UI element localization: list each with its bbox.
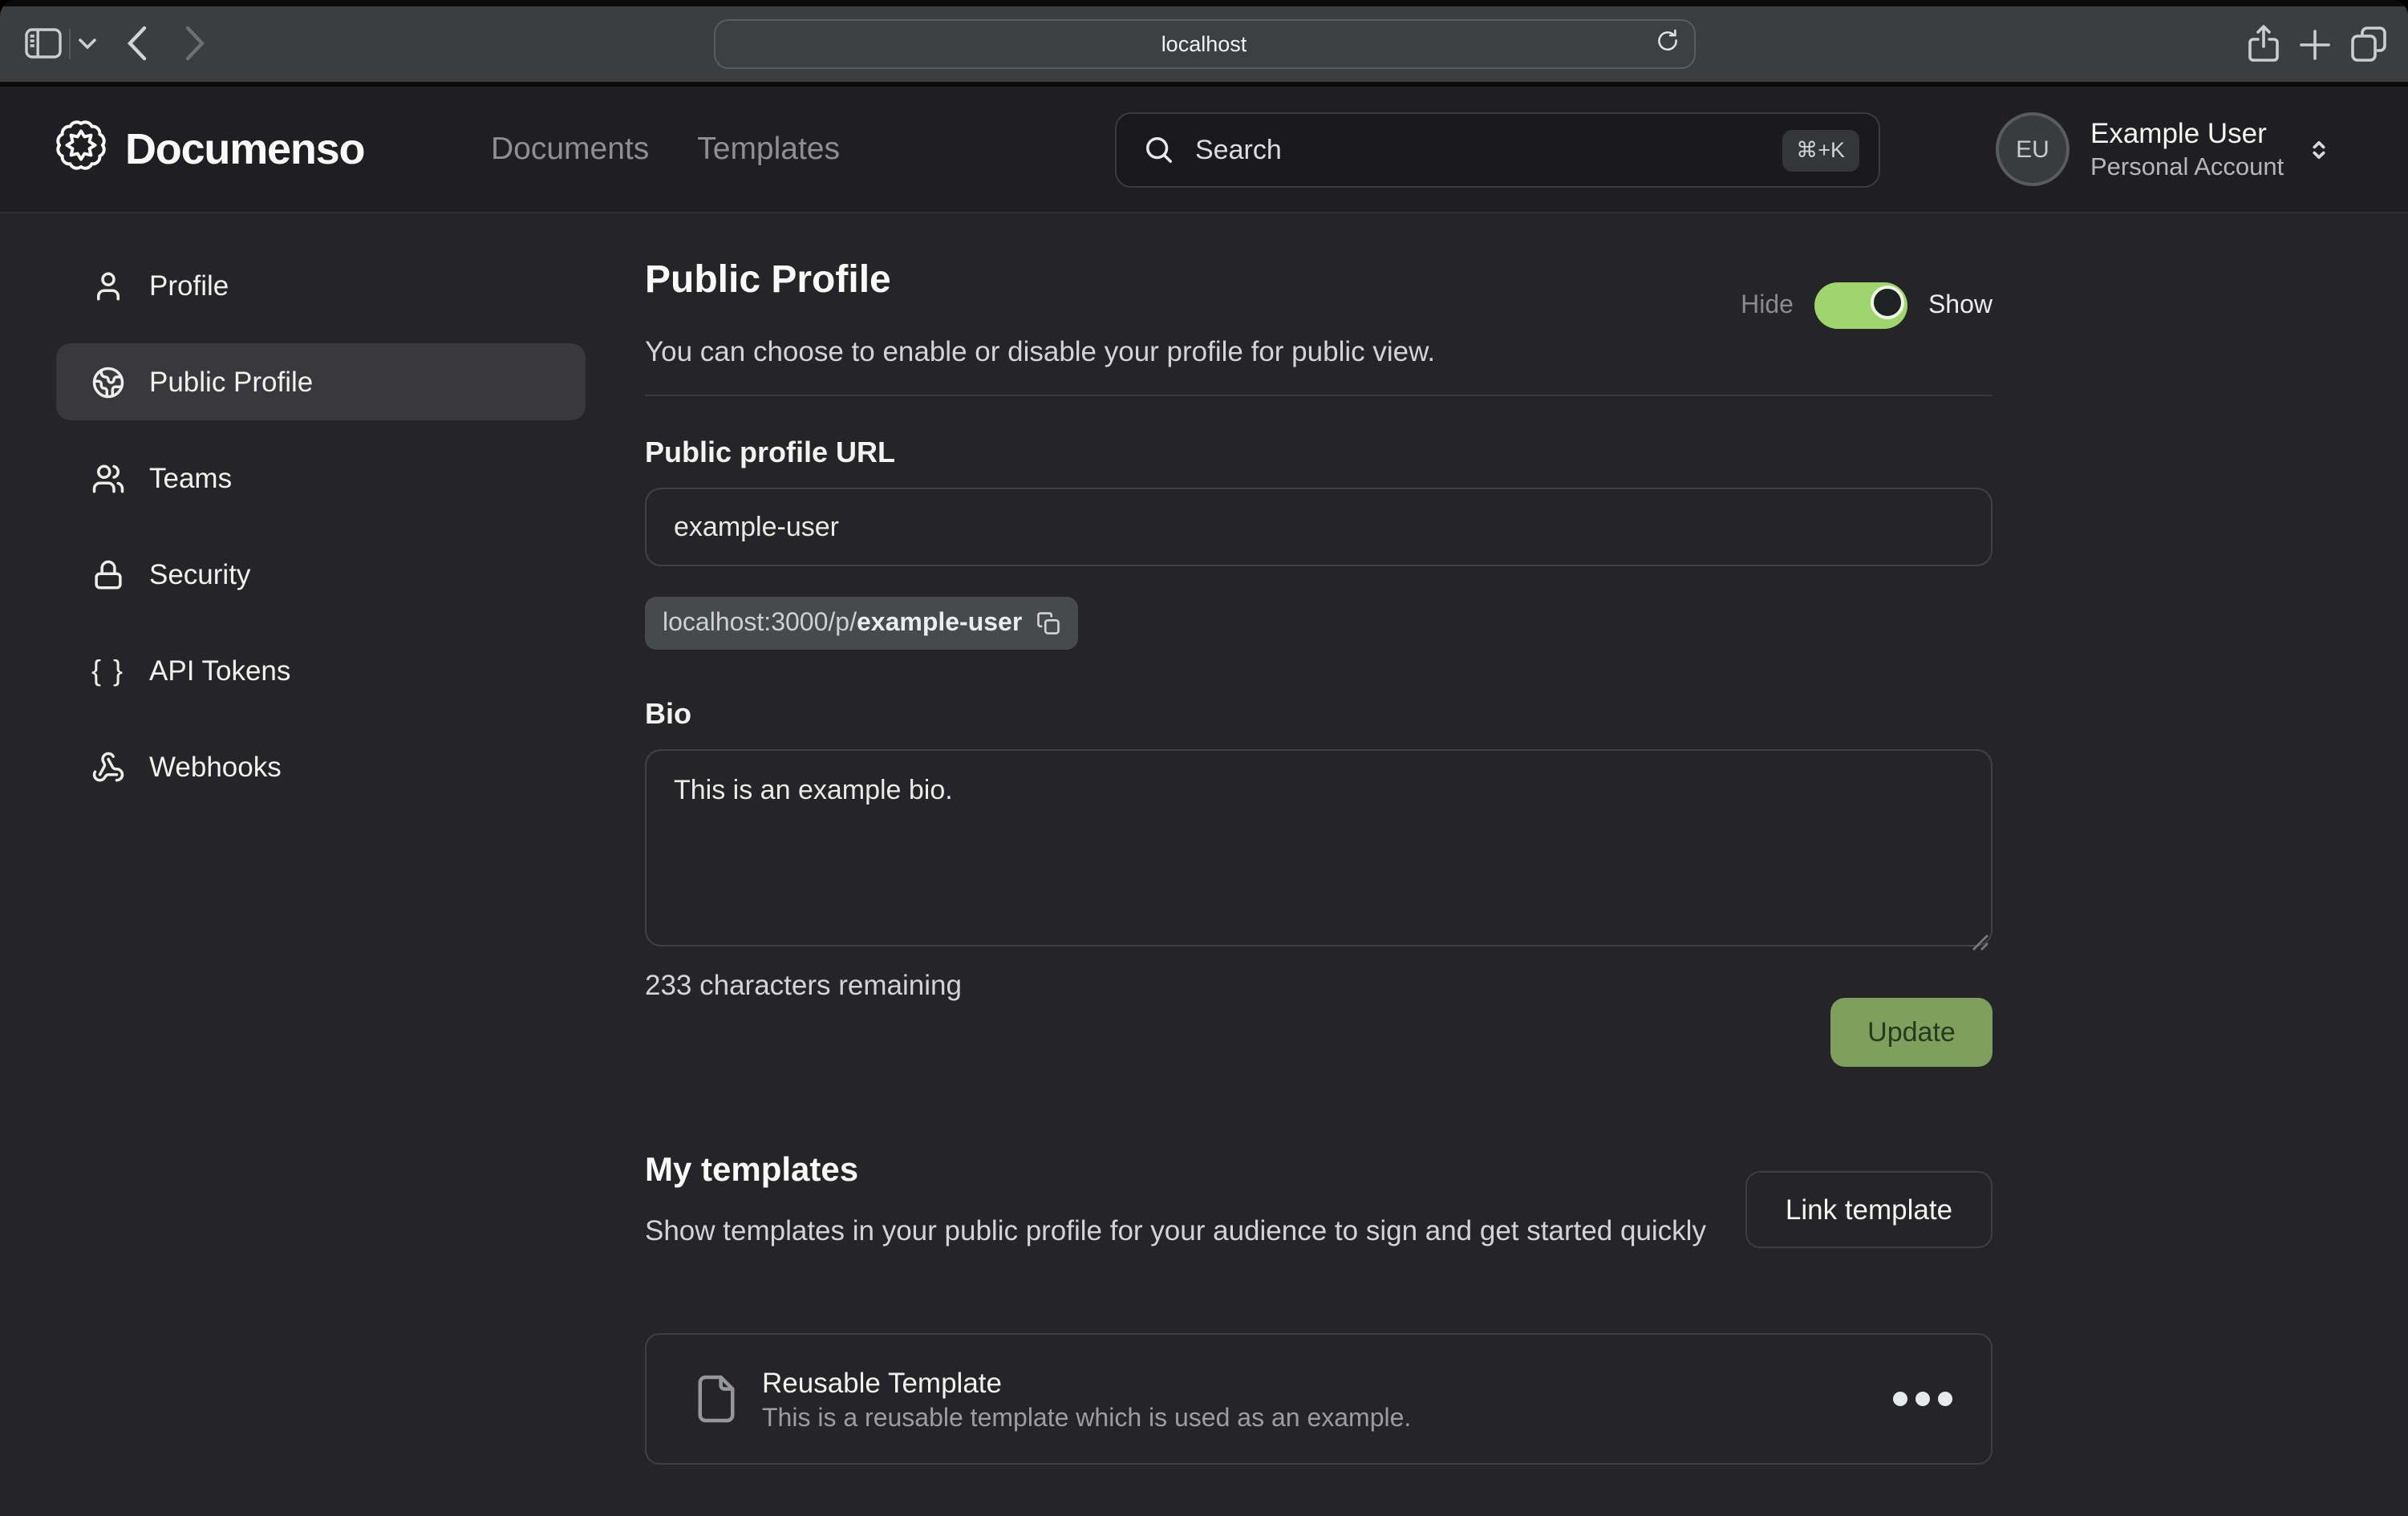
main-nav: Documents Templates — [491, 87, 840, 212]
user-icon — [91, 269, 125, 302]
file-icon — [695, 1373, 738, 1425]
sidebar-item-public-profile[interactable]: Public Profile — [56, 343, 586, 420]
switch-knob — [1871, 286, 1904, 319]
reload-icon[interactable] — [1655, 28, 1679, 60]
sidebar-item-label: Teams — [149, 461, 232, 495]
back-icon[interactable] — [127, 26, 148, 61]
textarea-resize-handle[interactable] — [1972, 930, 1989, 959]
search-icon — [1144, 135, 1174, 165]
characters-remaining: 233 characters remaining — [645, 969, 1992, 1003]
account-type: Personal Account — [2090, 152, 2284, 184]
account-text: Example User Personal Account — [2090, 115, 2284, 184]
address-bar[interactable]: localhost — [713, 19, 1695, 69]
url-prefix: localhost:3000/p/ — [663, 609, 857, 636]
toggle-hide-label: Hide — [1741, 291, 1794, 320]
sidebar-item-api-tokens[interactable]: { } API Tokens — [56, 632, 586, 709]
brand[interactable]: Documenso — [56, 87, 364, 212]
public-profile-settings: Public Profile Hide Show You can choose … — [645, 213, 1992, 1516]
sidebar-item-webhooks[interactable]: Webhooks — [56, 728, 586, 805]
template-options-button[interactable] — [1893, 1392, 1952, 1406]
users-icon — [91, 461, 125, 495]
brand-name: Documenso — [125, 124, 364, 174]
avatar-initials: EU — [2016, 136, 2049, 163]
sidebar-item-label: API Tokens — [149, 654, 290, 687]
globe-icon — [91, 365, 125, 399]
sidebar-item-security[interactable]: Security — [56, 536, 586, 613]
browser-window: localhost — [0, 0, 2408, 1516]
sidebar-item-label: Profile — [149, 269, 229, 302]
link-template-button[interactable]: Link template — [1745, 1171, 1992, 1248]
nav-templates[interactable]: Templates — [697, 131, 840, 168]
webhook-icon — [91, 750, 125, 784]
update-button[interactable]: Update — [1830, 998, 1992, 1067]
sidebar-item-label: Security — [149, 557, 250, 591]
nav-documents[interactable]: Documents — [491, 131, 649, 168]
account-name: Example User — [2090, 115, 2284, 152]
browser-toolbar: localhost — [0, 6, 2408, 82]
app-header: Documenso Documents Templates Search ⌘+K… — [0, 87, 2408, 213]
copy-icon[interactable] — [1036, 611, 1060, 635]
search-shortcut-badge: ⌘+K — [1782, 129, 1859, 171]
lock-icon — [91, 557, 125, 591]
new-tab-icon[interactable] — [2299, 29, 2331, 61]
profile-url-preview-text: localhost:3000/p/example-user — [663, 609, 1022, 638]
documenso-logo-icon — [56, 120, 106, 178]
profile-url-preview[interactable]: localhost:3000/p/example-user — [645, 597, 1078, 650]
bio-textarea[interactable]: This is an example bio. — [645, 749, 1992, 946]
sidebar-item-teams[interactable]: Teams — [56, 440, 586, 517]
braces-icon: { } — [91, 654, 125, 687]
sidebar-toggle-icon[interactable] — [24, 27, 63, 59]
chevron-down-icon[interactable] — [79, 39, 96, 50]
template-title: Reusable Template — [762, 1363, 1411, 1401]
profile-url-input[interactable] — [645, 488, 1992, 566]
share-icon[interactable] — [2246, 24, 2281, 64]
avatar: EU — [1996, 112, 2070, 186]
profile-visibility-switch[interactable] — [1814, 282, 1907, 329]
section-description: You can choose to enable or disable your… — [645, 335, 1992, 369]
template-card-text: Reusable Template This is a reusable tem… — [762, 1363, 1411, 1435]
sidebar-item-label: Webhooks — [149, 750, 282, 784]
search-input[interactable]: Search ⌘+K — [1115, 112, 1880, 188]
url-slug: example-user — [857, 609, 1022, 636]
bio-field-label: Bio — [645, 698, 1992, 732]
section-divider — [645, 395, 1992, 396]
forward-icon[interactable] — [184, 26, 205, 61]
browser-chrome: localhost — [0, 0, 2408, 87]
sidebar-item-label: Public Profile — [149, 365, 313, 399]
search-placeholder: Search — [1195, 134, 1782, 166]
toolbar-divider — [69, 29, 71, 59]
template-card: Reusable Template This is a reusable tem… — [645, 1333, 1992, 1465]
toggle-show-label: Show — [1928, 291, 1992, 320]
profile-visibility-toggle-row: Hide Show — [1741, 282, 1992, 329]
url-field-label: Public profile URL — [645, 436, 1992, 470]
template-description: This is a reusable template which is use… — [762, 1401, 1411, 1435]
sidebar-item-profile[interactable]: Profile — [56, 247, 586, 324]
tab-overview-icon[interactable] — [2350, 26, 2387, 63]
settings-sidebar: Profile Public Profile Teams Security { … — [56, 247, 586, 825]
chevrons-up-down-icon — [2305, 136, 2332, 163]
my-templates-description: Show templates in your public profile fo… — [645, 1210, 1768, 1253]
account-menu[interactable]: EU Example User Personal Account — [1996, 87, 2332, 212]
address-bar-url: localhost — [1161, 32, 1247, 56]
